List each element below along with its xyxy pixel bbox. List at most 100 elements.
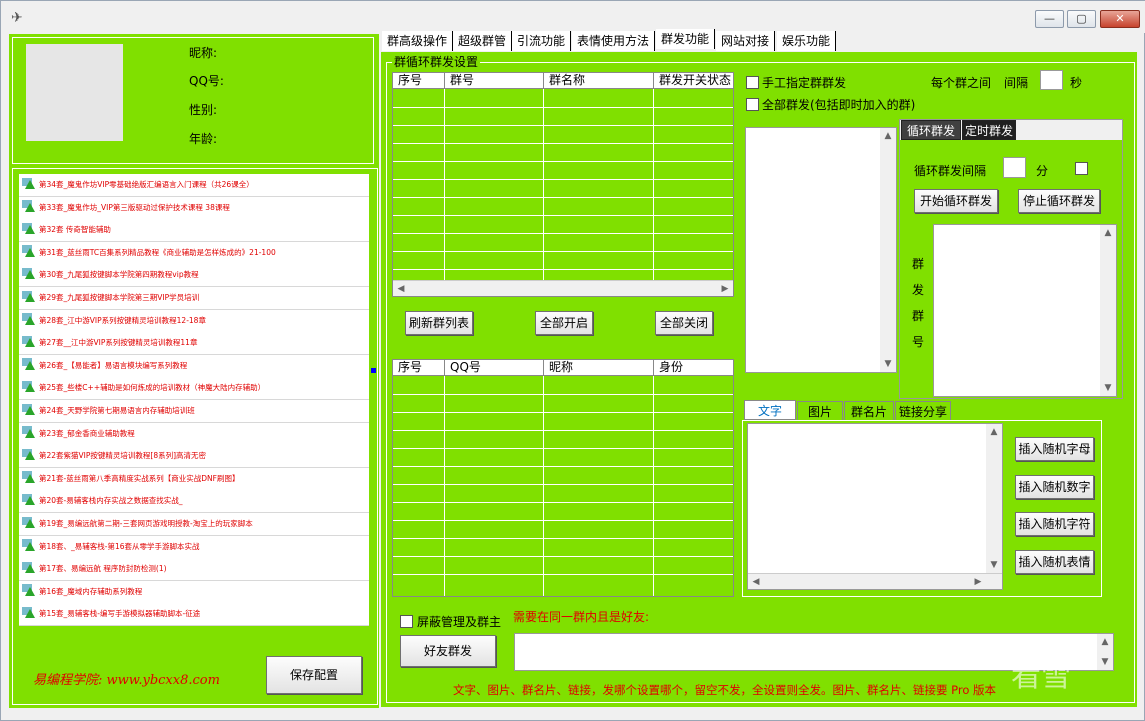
group-select-vscroll[interactable]: ▲ ▼ — [880, 128, 896, 372]
cycle-interval-input[interactable] — [1003, 157, 1026, 178]
title-bar: ✈ — ▢ ✕ — [1, 1, 1145, 33]
course-item[interactable]: 第27套__江中游VIP系列按键精灵培训教程11章 — [19, 332, 369, 356]
member-list-grid[interactable]: 序号 QQ号 昵称 身份 — [392, 359, 734, 597]
send-all-checkbox[interactable] — [746, 98, 759, 111]
close-button[interactable]: ✕ — [1100, 10, 1140, 28]
friend-send-button[interactable]: 好友群发 — [400, 635, 496, 667]
content-tab-card[interactable]: 群名片 — [844, 401, 894, 421]
content-tab-link[interactable]: 链接分享 — [895, 401, 951, 421]
message-hscroll[interactable]: ◀ ▶ — [748, 573, 1002, 589]
start-cycle-button[interactable]: 开始循环群发 — [914, 189, 998, 213]
arrow-up-icon — [25, 360, 35, 370]
arrow-up-icon — [25, 428, 35, 438]
scroll-right-icon[interactable]: ▶ — [717, 281, 733, 296]
course-item[interactable]: 第31套_蓝丝雨TC百集系列精品教程《商业辅助是怎样炼成的》21-100 — [19, 241, 369, 265]
scroll-left-icon[interactable]: ◀ — [393, 281, 409, 296]
disable-all-button[interactable]: 全部关闭 — [655, 311, 713, 335]
col-qq[interactable]: QQ号 — [445, 360, 544, 376]
scroll-down-icon[interactable]: ▼ — [1100, 380, 1116, 396]
course-item[interactable]: 第34套_魔鬼作坊VIP零基础绝版汇编语言入门课程（共26课全） — [19, 174, 369, 197]
group-number-vscroll[interactable]: ▲ ▼ — [1100, 225, 1116, 396]
course-item[interactable]: 第15套_易辅客栈-编写手游模拟器辅助脚本-征途 — [19, 603, 369, 627]
scroll-down-icon[interactable]: ▼ — [986, 557, 1002, 573]
scroll-left-icon[interactable]: ◀ — [748, 574, 764, 590]
block-admin-checkbox[interactable] — [400, 615, 413, 628]
enable-all-button[interactable]: 全部开启 — [535, 311, 593, 335]
scroll-up-icon[interactable]: ▲ — [880, 128, 896, 144]
grid1-hscroll[interactable]: ◀ ▶ — [393, 280, 733, 296]
friends-note: 需要在同一群内且是好友: — [513, 610, 650, 624]
col-nickname[interactable]: 昵称 — [544, 360, 654, 376]
course-item[interactable]: 第17套、易编远航 程序防封防检测(1) — [19, 558, 369, 582]
group-list-grid[interactable]: 序号 群号 群名称 群发开关状态 ◀ ▶ — [392, 72, 734, 297]
course-item[interactable]: 第30套_九尾狐按键脚本学院第四期教程vip教程 — [19, 264, 369, 288]
scroll-up-icon[interactable]: ▲ — [1097, 634, 1113, 650]
scroll-up-icon[interactable]: ▲ — [1100, 225, 1116, 241]
course-item[interactable]: 第29套_九尾狐按键脚本学院第三期VIP学员培训 — [19, 287, 369, 310]
col-group-name[interactable]: 群名称 — [544, 73, 654, 89]
content-tab-image[interactable]: 图片 — [797, 401, 843, 421]
arrow-up-icon — [25, 564, 35, 574]
col-role[interactable]: 身份 — [654, 360, 733, 376]
col-index[interactable]: 序号 — [393, 360, 445, 376]
course-item[interactable]: 第21套-蓝丝雨第八季高精度实战系列【商业实战DNF刷图】 — [19, 467, 369, 491]
insert-random-char-button[interactable]: 插入随机字符 — [1015, 512, 1094, 536]
loop-settings-title: 群循环群发设置 — [392, 53, 481, 70]
course-item[interactable]: 第23套_郁金香商业辅助教程 — [19, 422, 369, 446]
col-send-status[interactable]: 群发开关状态 — [654, 73, 733, 89]
course-title: 第26套_【易能者】易语言模块编写系列教程 — [39, 360, 188, 370]
refresh-group-list-button[interactable]: 刷新群列表 — [405, 311, 473, 335]
manual-select-checkbox[interactable] — [746, 76, 759, 89]
tab-0[interactable]: 群高级操作 — [382, 31, 454, 51]
maximize-button[interactable]: ▢ — [1067, 10, 1096, 28]
col-index[interactable]: 序号 — [393, 73, 445, 89]
arrow-up-icon — [25, 496, 35, 506]
course-title: 第32套 传奇智能辅助 — [39, 225, 111, 235]
tab-5[interactable]: 网站对接 — [716, 31, 776, 51]
cycle-enable-checkbox[interactable] — [1075, 162, 1088, 175]
tab-6[interactable]: 娱乐功能 — [777, 31, 837, 51]
course-item[interactable]: 第16套_魔域内存辅助系列教程 — [19, 580, 369, 604]
message-textarea[interactable]: ▲ ▼ ◀ ▶ — [747, 423, 1003, 590]
scroll-down-icon[interactable]: ▼ — [1097, 654, 1113, 670]
arrow-up-icon — [25, 451, 35, 461]
course-item[interactable]: 第26套_【易能者】易语言模块编写系列教程 — [19, 354, 369, 378]
save-config-button[interactable]: 保存配置 — [266, 656, 362, 694]
group-number-list[interactable]: ▲ ▼ — [933, 224, 1117, 397]
scroll-down-icon[interactable]: ▼ — [880, 356, 896, 372]
tab-3[interactable]: 表情使用方法 — [572, 31, 656, 51]
course-item[interactable]: 第28套_江中游VIP系列按键精灵培训教程12-18章 — [19, 309, 369, 333]
stop-cycle-button[interactable]: 停止循环群发 — [1018, 189, 1100, 213]
course-title: 第24套_天野学院第七期易语言内存辅助培训班 — [39, 406, 195, 415]
message-vscroll[interactable]: ▲ ▼ — [986, 424, 1002, 573]
course-item[interactable]: 第24套_天野学院第七期易语言内存辅助培训班 — [19, 400, 369, 423]
col-group-id[interactable]: 群号 — [445, 73, 544, 89]
course-item[interactable]: 第20套-易辅客栈内存实战之数据查找实战_ — [19, 490, 369, 514]
interval-seconds-input[interactable] — [1040, 70, 1063, 90]
insert-random-number-button[interactable]: 插入随机数字 — [1015, 475, 1094, 499]
friend-message-vscroll[interactable]: ▲ ▼ — [1097, 634, 1113, 670]
group-select-list[interactable]: ▲ ▼ — [745, 127, 897, 373]
scroll-up-icon[interactable]: ▲ — [986, 424, 1002, 440]
course-item[interactable]: 第25套_些楼C++辅助是如何炼成的培训教材（神魔大陆内存辅助） — [19, 377, 369, 401]
tab-loop-send[interactable]: 循环群发 — [901, 120, 961, 140]
tab-2[interactable]: 引流功能 — [512, 31, 572, 51]
course-item[interactable]: 第18套、_易辅客栈-第16套从零学手游脚本实战 — [19, 535, 369, 559]
course-item[interactable]: 第22套紫猫VIP按键精灵培训教程[8系列]高清无密 — [19, 445, 369, 469]
seconds-label: 秒 — [1070, 76, 1083, 90]
scroll-right-icon[interactable]: ▶ — [970, 574, 986, 590]
insert-random-emoji-button[interactable]: 插入随机表情 — [1015, 550, 1094, 574]
splitter[interactable] — [371, 368, 376, 373]
minimize-button[interactable]: — — [1035, 10, 1064, 28]
tab-4[interactable]: 群发功能 — [656, 29, 716, 49]
content-tab-text[interactable]: 文字 — [744, 400, 796, 420]
course-item[interactable]: 第19套_易编远航第二期-三套网页游戏明授教-淘宝上的玩家脚本 — [19, 513, 369, 536]
school-link[interactable]: 易编程学院: www.ybcxx8.com — [33, 669, 220, 688]
tab-1[interactable]: 超级群管 — [453, 31, 513, 51]
cycle-interval-label: 循环群发间隔 — [914, 164, 987, 178]
course-item[interactable]: 第32套 传奇智能辅助 — [19, 219, 369, 243]
arrow-up-icon — [25, 473, 35, 483]
tab-scheduled-send[interactable]: 定时群发 — [962, 120, 1016, 140]
insert-random-letter-button[interactable]: 插入随机字母 — [1015, 437, 1094, 461]
course-item[interactable]: 第33套_魔鬼作坊_VIP第三版驱动过保护技术课程 38课程 — [19, 196, 369, 220]
